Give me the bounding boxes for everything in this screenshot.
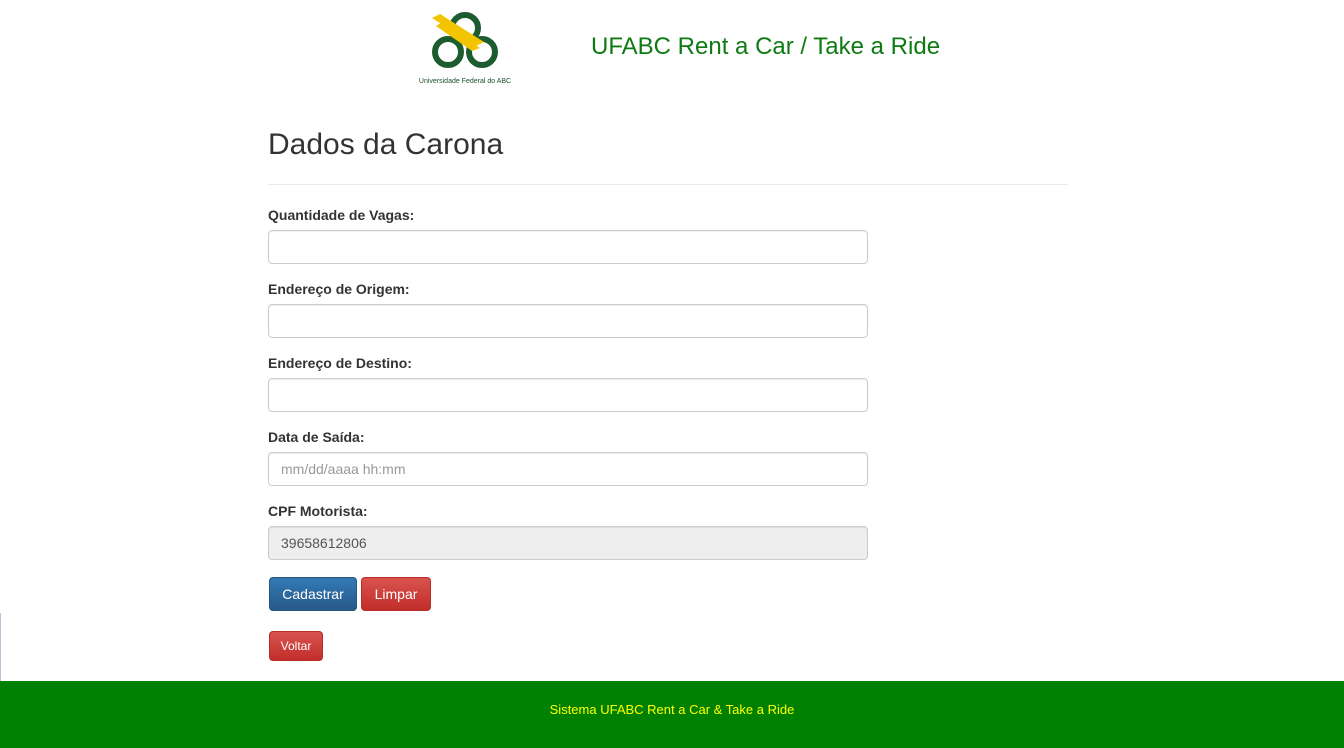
cadastrar-button[interactable]: Cadastrar: [269, 577, 357, 611]
window-edge: [0, 613, 1, 681]
page-title: Dados da Carona: [268, 128, 504, 161]
cpf-label: CPF Motorista:: [268, 503, 368, 519]
footer-text: Sistema UFABC Rent a Car & Take a Ride: [549, 702, 795, 717]
ufabc-logo-icon: [432, 12, 498, 68]
cpf-input: [268, 526, 868, 560]
data-saida-label: Data de Saída:: [268, 429, 365, 445]
limpar-button[interactable]: Limpar: [361, 577, 431, 611]
logo-text: Universidade Federal do ABC: [418, 78, 512, 85]
footer: Sistema UFABC Rent a Car & Take a Ride: [0, 681, 1344, 748]
ufabc-logo: Universidade Federal do ABC: [410, 8, 520, 88]
data-saida-input[interactable]: [268, 452, 868, 486]
origem-input[interactable]: [268, 304, 868, 338]
origem-label: Endereço de Origem:: [268, 281, 410, 297]
vagas-input[interactable]: [268, 230, 868, 264]
site-title: UFABC Rent a Car / Take a Ride: [591, 33, 941, 60]
title-divider: [268, 184, 1068, 185]
destino-label: Endereço de Destino:: [268, 355, 412, 371]
destino-input[interactable]: [268, 378, 868, 412]
voltar-button[interactable]: Voltar: [269, 631, 323, 661]
header: Universidade Federal do ABC UFABC Rent a…: [0, 0, 1344, 100]
vagas-label: Quantidade de Vagas:: [268, 207, 415, 223]
